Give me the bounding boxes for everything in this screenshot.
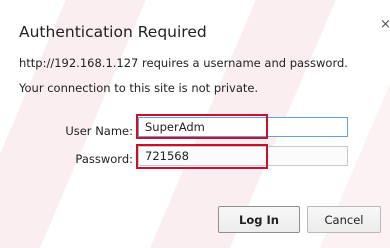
auth-dialog: Authentication Required × http://192.168… (0, 0, 390, 248)
close-icon[interactable]: × (380, 17, 390, 32)
password-label: Password: (75, 152, 133, 166)
dialog-title: Authentication Required (19, 23, 207, 41)
username-field[interactable] (138, 117, 348, 137)
login-button[interactable]: Log In (218, 206, 300, 233)
password-field[interactable] (138, 146, 348, 166)
username-label: User Name: (65, 124, 133, 138)
auth-message-host: http://192.168.1.127 requires a username… (19, 56, 348, 70)
cancel-button[interactable]: Cancel (307, 206, 381, 233)
auth-message-privacy: Your connection to this site is not priv… (19, 81, 259, 95)
